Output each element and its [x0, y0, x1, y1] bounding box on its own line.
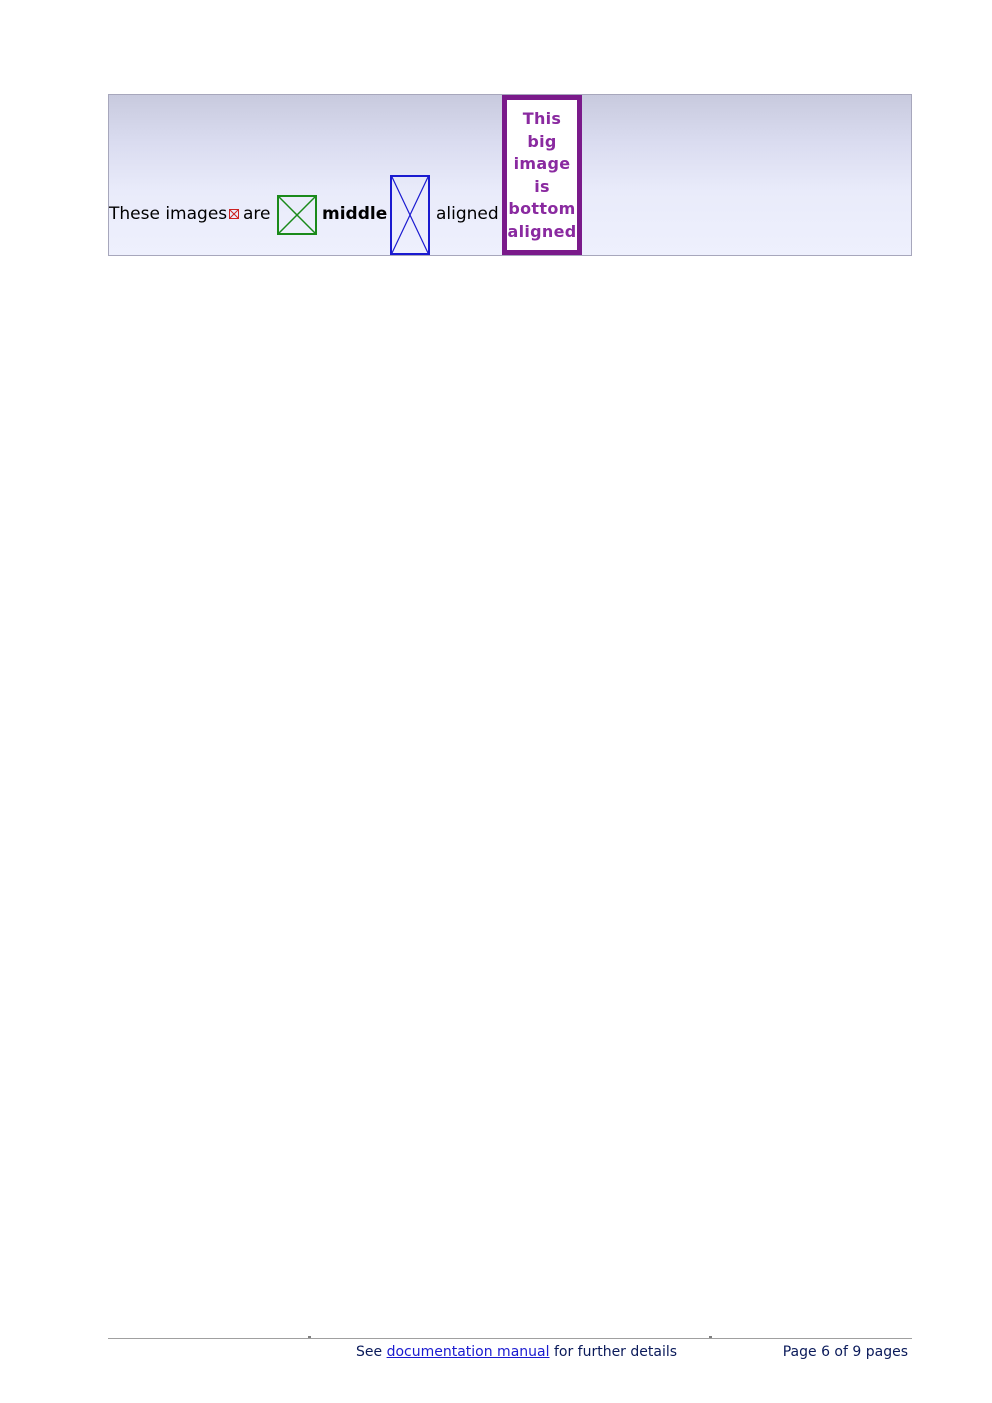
big-image-line: This — [522, 109, 562, 128]
page-number: Page 6 of 9 pages — [782, 1344, 908, 1360]
footer-divider — [108, 1338, 912, 1339]
footer-note: See documentation manual for further det… — [356, 1343, 677, 1361]
blue-image-placeholder-icon — [390, 175, 430, 255]
big-image-line: aligned — [507, 221, 577, 241]
big-image-line: image — [513, 154, 571, 174]
big-image-line: big — [527, 131, 557, 151]
text-middle: middle — [322, 204, 388, 224]
green-image-placeholder-icon — [277, 195, 317, 235]
footer-divider-tick — [709, 1336, 712, 1338]
big-bottom-aligned-image: This big image is bottom aligned — [502, 95, 582, 255]
footer-divider-tick — [308, 1336, 311, 1338]
footer-further-details-text: for further details — [553, 1344, 678, 1360]
text-are: are — [243, 204, 271, 224]
big-image-line: is — [534, 176, 550, 196]
text-these-images: These images — [109, 204, 228, 224]
text-aligned: aligned — [436, 204, 499, 224]
documentation-manual-link[interactable]: documentation manual — [387, 1344, 550, 1360]
small-broken-image-icon — [229, 209, 239, 219]
footer-see-text: See — [356, 1344, 383, 1360]
big-image-line: bottom — [508, 199, 576, 219]
